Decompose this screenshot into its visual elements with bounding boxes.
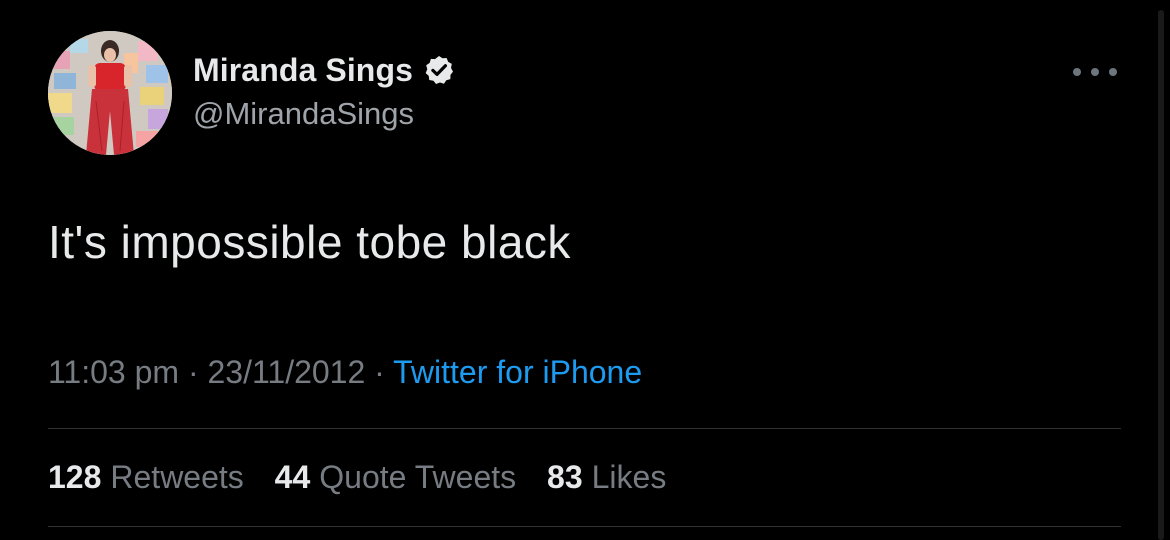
likes-label: Likes (591, 459, 667, 495)
retweets-count: 128 (48, 459, 102, 495)
display-name[interactable]: Miranda Sings (193, 52, 413, 89)
tweet-date[interactable]: 23/11/2012 (207, 354, 365, 390)
verified-badge-icon (423, 54, 455, 86)
more-options-icon[interactable] (1073, 60, 1117, 84)
name-row: Miranda Sings (193, 50, 455, 90)
meta-separator: · (374, 354, 385, 390)
quote-tweets-count: 44 (274, 459, 311, 495)
tweet-time[interactable]: 11:03 pm (48, 354, 179, 390)
author-block: Miranda Sings @MirandaSings (193, 50, 455, 132)
handle[interactable]: @MirandaSings (193, 96, 455, 132)
tweet-stats: 128 Retweets 44 Quote Tweets 83 Likes (48, 459, 688, 496)
avatar[interactable] (48, 31, 172, 155)
quote-tweets-label: Quote Tweets (319, 459, 517, 495)
quote-tweets-stat[interactable]: 44 Quote Tweets (275, 459, 516, 495)
scrollbar[interactable] (1158, 10, 1164, 540)
tweet-source-link[interactable]: Twitter for iPhone (393, 354, 642, 390)
retweets-label: Retweets (110, 459, 244, 495)
tweet-meta: 11:03 pm · 23/11/2012 · Twitter for iPho… (48, 354, 642, 391)
avatar-image (48, 31, 172, 155)
tweet-text: It's impossible tobe black (48, 216, 571, 268)
divider (48, 526, 1121, 527)
divider (48, 428, 1121, 429)
retweets-stat[interactable]: 128 Retweets (48, 459, 244, 495)
likes-count: 83 (547, 459, 583, 495)
meta-separator: · (187, 354, 199, 390)
likes-stat[interactable]: 83 Likes (547, 459, 666, 495)
tweet-card: Miranda Sings @MirandaSings It's impossi… (0, 0, 1170, 540)
